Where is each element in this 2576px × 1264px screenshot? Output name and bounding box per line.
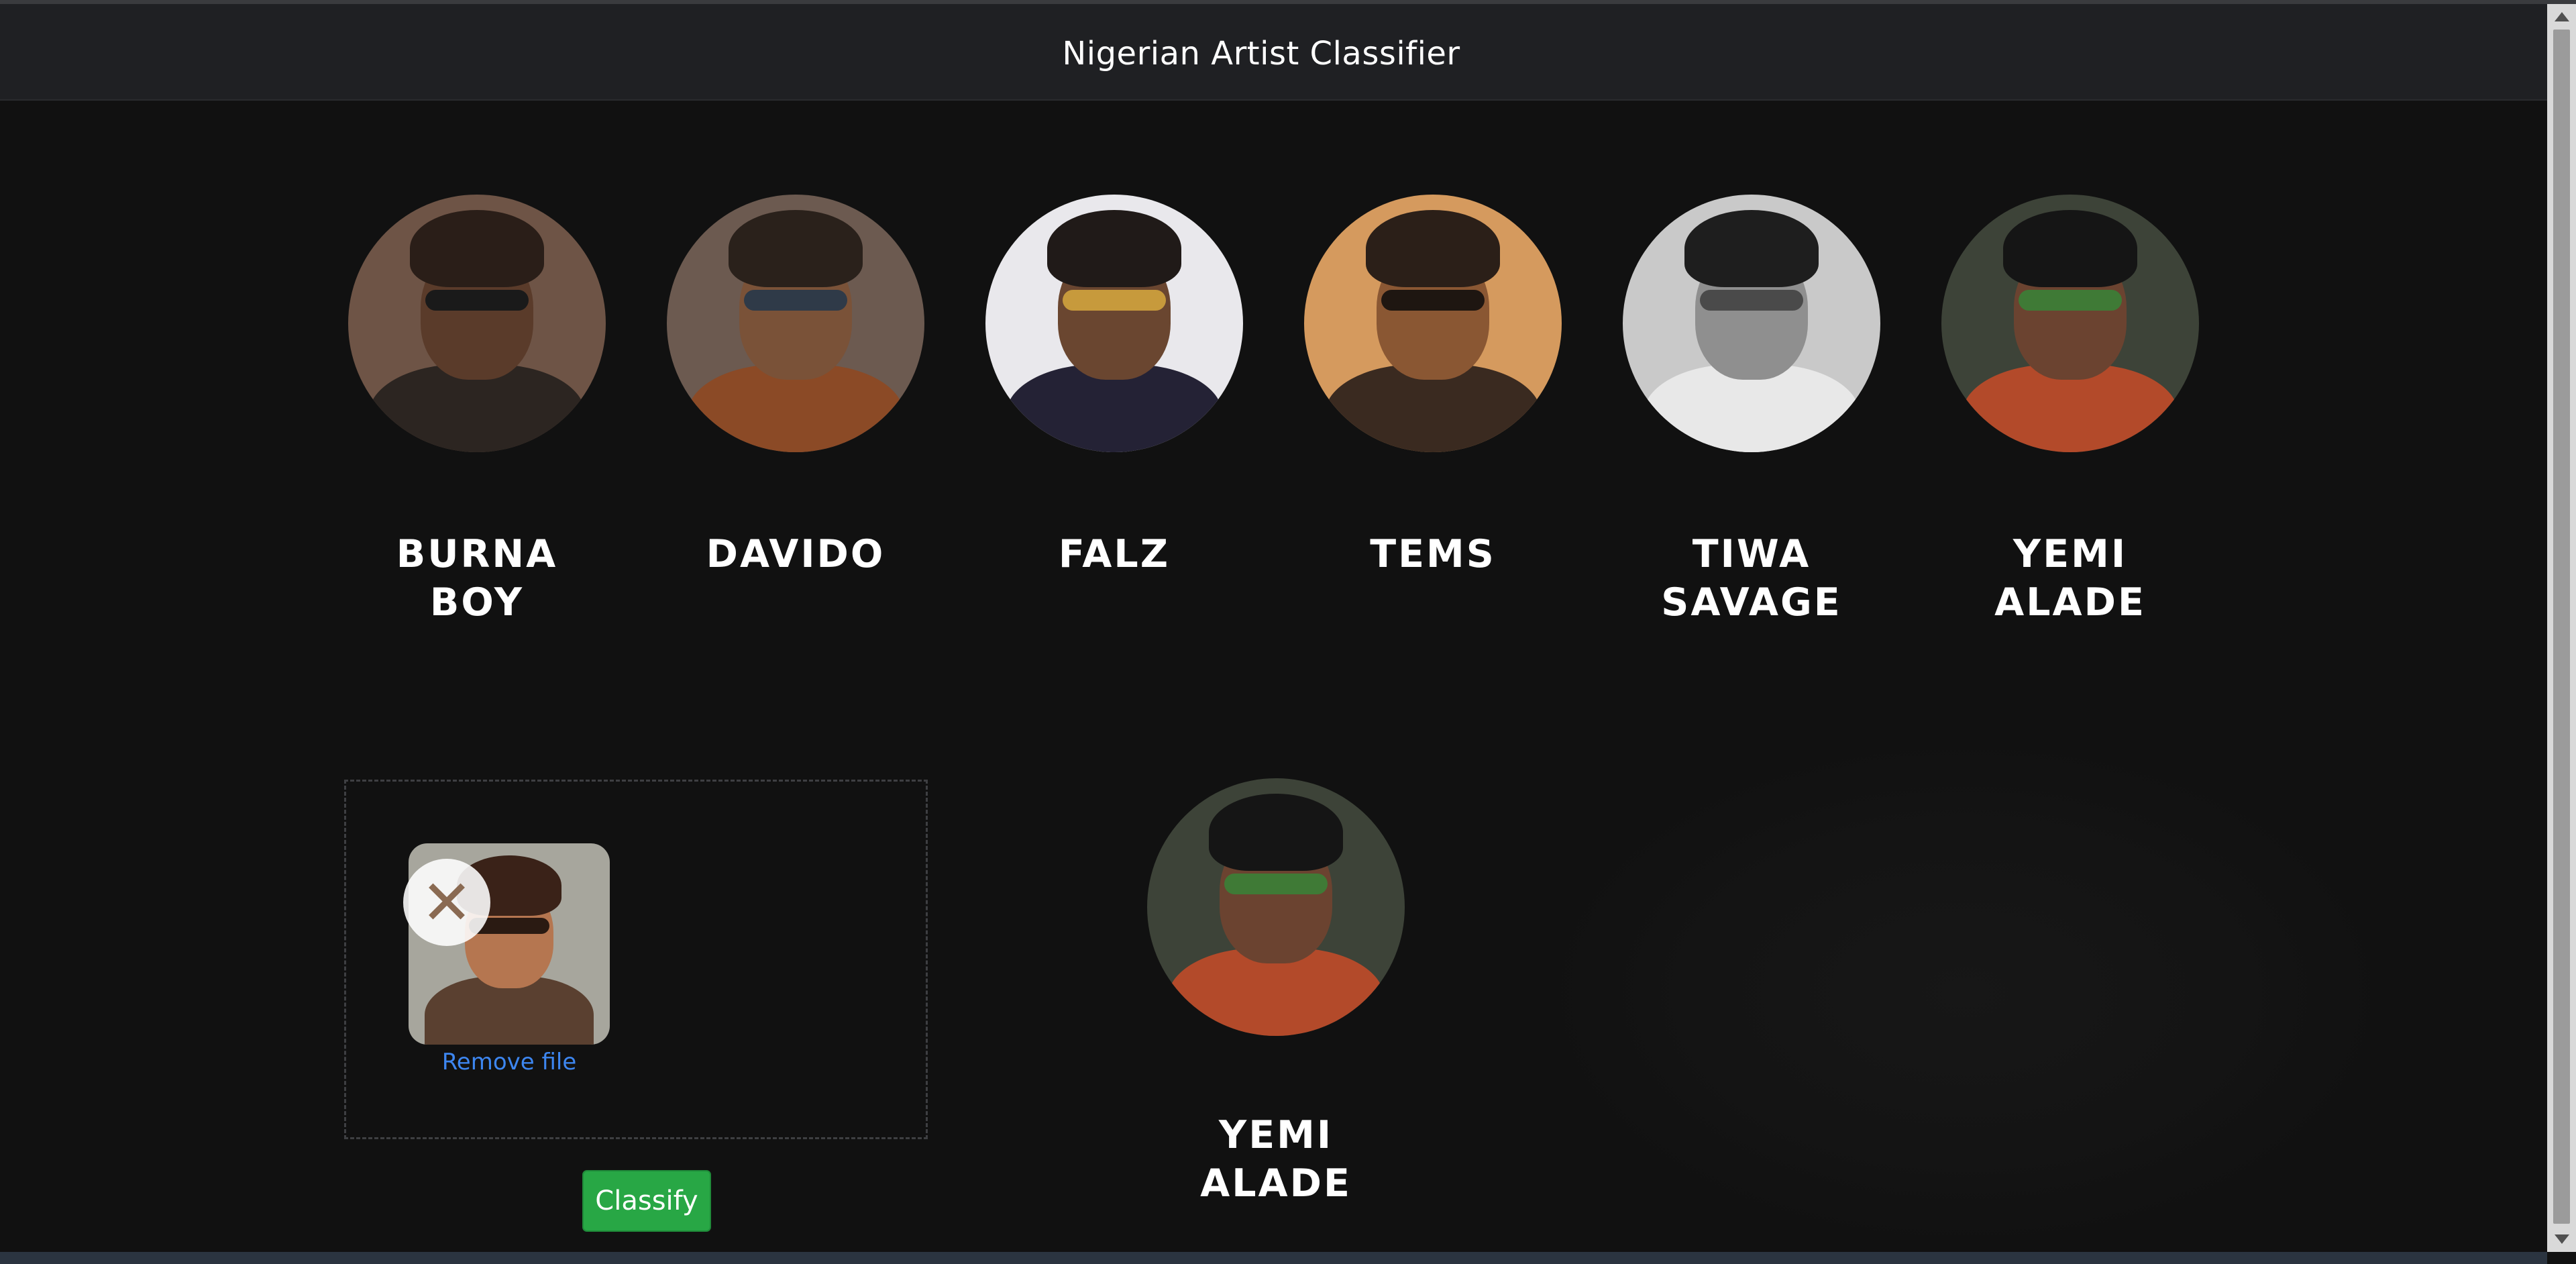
photo-hair [2003, 210, 2137, 288]
photo-accent [425, 290, 529, 311]
artist-name-tems: TEMS [1370, 532, 1496, 576]
app-title: Nigerian Artist Classifier [1062, 35, 1460, 72]
artist-card-davido: DAVIDO [665, 195, 926, 578]
result-photo [1147, 778, 1405, 1036]
result-name: YEMI ALADE [1200, 1113, 1352, 1206]
scroll-up-icon[interactable] [2555, 12, 2569, 21]
photo-hair [410, 210, 544, 288]
scrollbar-thumb[interactable] [2553, 30, 2570, 1224]
artist-photo-yemi-alade [1941, 195, 2199, 452]
artist-card-falz: FALZ [983, 195, 1245, 578]
artist-name-tiwa-savage: TIWA SAVAGE [1661, 532, 1842, 625]
artist-card-tems: TEMS [1302, 195, 1564, 578]
photo-accent [1063, 290, 1166, 311]
navbar: Nigerian Artist Classifier [0, 4, 2547, 101]
artist-card-yemi-alade: YEMI ALADE [1939, 195, 2201, 627]
photo-accent [744, 290, 847, 311]
artist-photo-tems [1304, 195, 1562, 452]
scroll-down-icon[interactable] [2555, 1234, 2569, 1244]
photo-accent [1700, 290, 1803, 311]
photo-accent [1381, 290, 1485, 311]
photo-hair [1366, 210, 1500, 288]
background-watermark [1543, 738, 2388, 1248]
artist-name-burna-boy: BURNA BOY [396, 532, 558, 625]
file-dropzone[interactable]: ✕ Remove file [344, 780, 928, 1139]
artist-name-falz: FALZ [1058, 532, 1171, 576]
photo-hair [1209, 794, 1343, 872]
photo-hair [729, 210, 863, 288]
taskbar-edge [0, 1252, 2547, 1264]
photo-accent [2019, 290, 2122, 311]
artist-name-yemi-alade: YEMI ALADE [1994, 532, 2146, 625]
classify-button[interactable]: Classify [582, 1170, 711, 1232]
photo-hair [1047, 210, 1181, 288]
remove-file-link[interactable]: Remove file [409, 1049, 610, 1075]
photo-accent [1224, 874, 1328, 894]
artist-name-davido: DAVIDO [706, 532, 885, 576]
photo-hair [1684, 210, 1819, 288]
artist-card-burna-boy: BURNA BOY [346, 195, 608, 627]
artist-card-tiwa-savage: TIWA SAVAGE [1621, 195, 1882, 627]
vertical-scrollbar[interactable] [2547, 4, 2576, 1252]
artist-photo-burna-boy [348, 195, 606, 452]
artist-photo-falz [985, 195, 1243, 452]
artist-photo-tiwa-savage [1623, 195, 1880, 452]
classification-result: YEMI ALADE [1145, 778, 1407, 1208]
remove-file-icon[interactable]: ✕ [403, 859, 490, 946]
artist-photo-davido [667, 195, 924, 452]
